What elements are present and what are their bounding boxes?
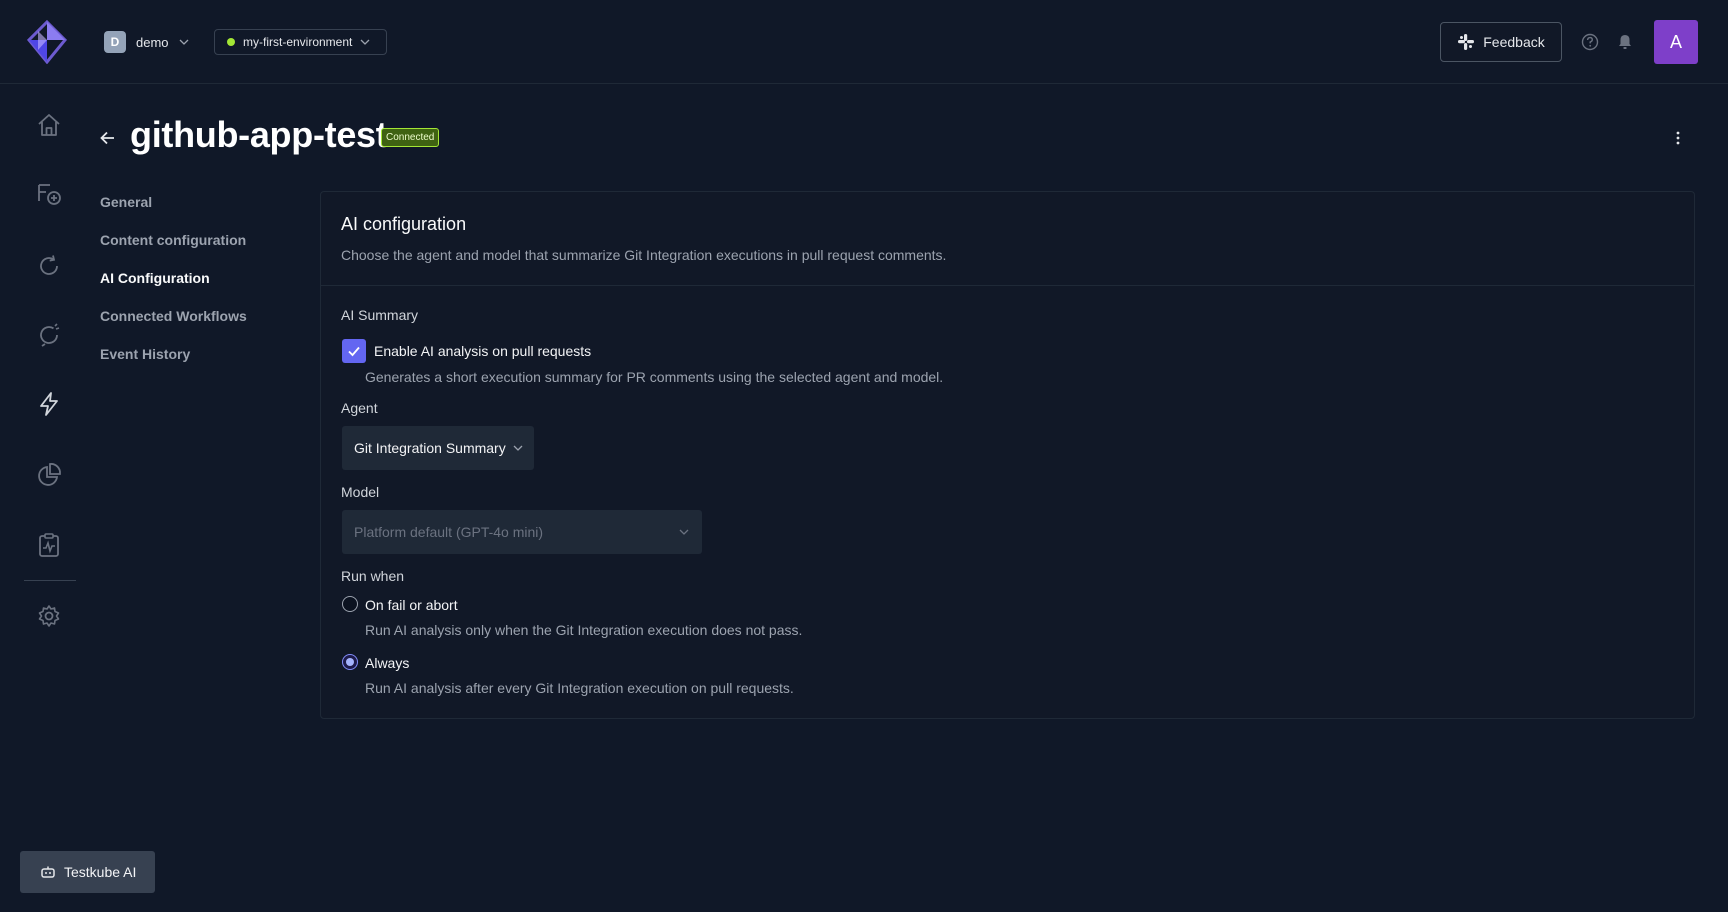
environment-status-dot (227, 38, 235, 46)
slack-icon (1457, 33, 1475, 51)
run-when-always-help: Run AI analysis after every Git Integrat… (365, 680, 794, 696)
chevron-down-icon (512, 442, 524, 454)
model-select[interactable]: Platform default (GPT-4o mini) (342, 510, 702, 554)
bell-icon[interactable] (1615, 32, 1635, 52)
user-avatar[interactable]: A (1654, 20, 1698, 64)
subnav-item-general[interactable]: General (100, 194, 152, 210)
run-when-label: Run when (341, 568, 405, 584)
subnav-item-event-history[interactable]: Event History (100, 346, 190, 362)
organization-switcher[interactable]: D demo (104, 30, 189, 54)
subnav-item-connected-workflows[interactable]: Connected Workflows (100, 308, 247, 324)
card-title: AI configuration (341, 214, 467, 234)
run-when-always-radio[interactable] (342, 654, 358, 670)
enable-ai-checkbox-label[interactable]: Enable AI analysis on pull requests (374, 343, 591, 359)
card-header: AI configuration Choose the agent and mo… (321, 192, 1694, 286)
testkube-ai-button[interactable]: Testkube AI (20, 851, 155, 893)
model-label: Model (341, 484, 380, 500)
triggers-icon[interactable] (36, 391, 62, 417)
run-when-fail-label[interactable]: On fail or abort (365, 597, 458, 613)
left-navigation (0, 84, 100, 912)
analytics-icon[interactable] (36, 462, 62, 488)
settings-icon[interactable] (36, 603, 62, 629)
model-select-value: Platform default (GPT-4o mini) (354, 524, 544, 540)
reports-icon[interactable] (36, 532, 62, 558)
chevron-down-icon (678, 526, 690, 538)
ai-summary-label: AI Summary (341, 307, 419, 323)
help-icon[interactable] (1580, 32, 1600, 52)
run-when-always-label[interactable]: Always (365, 655, 409, 671)
nav-divider (24, 580, 76, 581)
feedback-label: Feedback (1483, 34, 1545, 50)
ai-configuration-card: AI configuration Choose the agent and mo… (320, 191, 1695, 719)
agent-select-value: Git Integration Summary (354, 440, 506, 456)
chevron-down-icon (360, 37, 370, 47)
top-bar: D demo my-first-environment Feedback A (0, 0, 1728, 84)
environment-name: my-first-environment (243, 35, 353, 49)
enable-ai-help-text: Generates a short execution summary for … (365, 369, 944, 385)
environment-switcher[interactable]: my-first-environment (214, 29, 387, 55)
refresh-icon[interactable] (36, 253, 62, 279)
subnav-item-content-configuration[interactable]: Content configuration (100, 232, 246, 248)
checkmark-icon (347, 344, 361, 358)
chevron-down-icon (179, 37, 189, 47)
more-options-icon[interactable] (1668, 128, 1688, 148)
org-avatar: D (104, 31, 126, 53)
feedback-button[interactable]: Feedback (1440, 22, 1562, 62)
card-description: Choose the agent and model that summariz… (341, 247, 947, 263)
agent-select[interactable]: Git Integration Summary (342, 426, 534, 470)
page-title: github-app-test (130, 114, 388, 155)
back-arrow-icon[interactable] (98, 128, 118, 148)
home-icon[interactable] (36, 112, 62, 138)
add-workflow-icon[interactable] (36, 181, 62, 207)
status-badge: Connected (381, 128, 440, 147)
agent-label: Agent (341, 400, 378, 416)
run-when-fail-radio[interactable] (342, 596, 358, 612)
executions-icon[interactable] (36, 322, 62, 348)
org-name: demo (136, 34, 169, 50)
testkube-ai-label: Testkube AI (64, 864, 137, 880)
subnav-item-ai-configuration[interactable]: AI Configuration (100, 270, 210, 286)
robot-icon (40, 864, 56, 880)
enable-ai-checkbox[interactable] (342, 339, 366, 363)
testkube-logo-icon[interactable] (26, 20, 68, 64)
run-when-fail-help: Run AI analysis only when the Git Integr… (365, 622, 803, 638)
